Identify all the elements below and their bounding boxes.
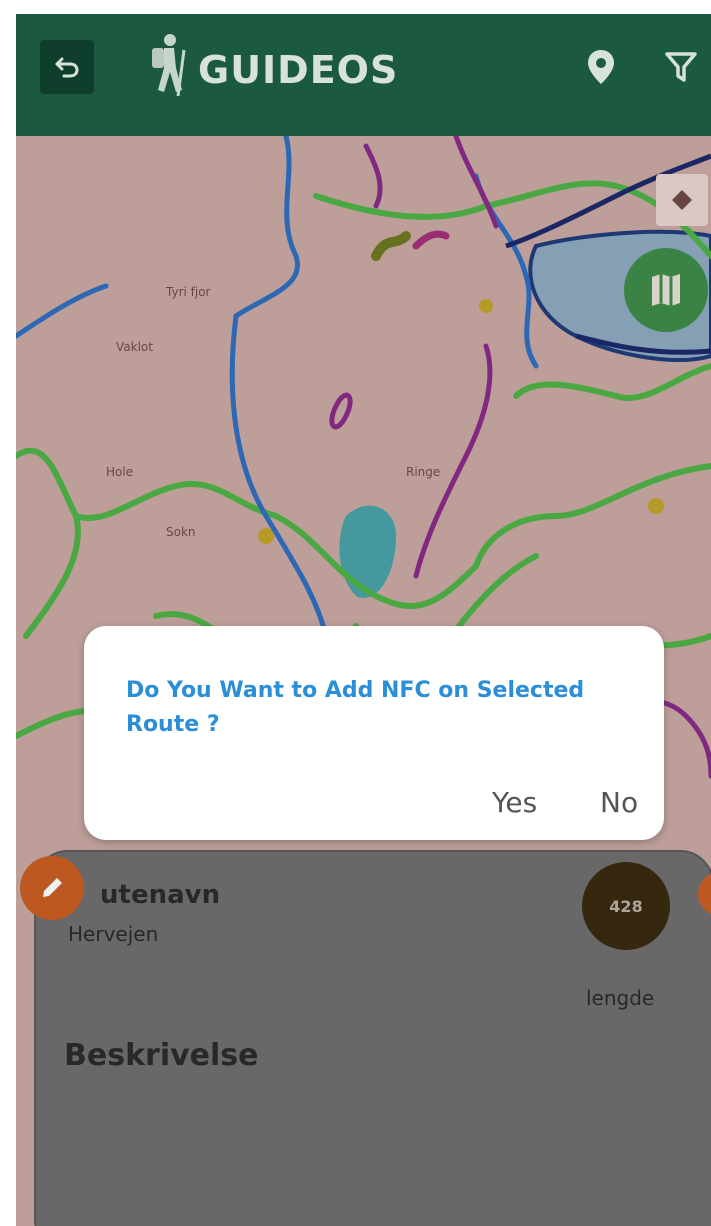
app-screen: Tyri fjor Vaklot Hole Ringe Sokn utenavn… bbox=[16, 14, 711, 1226]
filter-icon bbox=[665, 52, 697, 82]
back-button[interactable] bbox=[40, 40, 94, 94]
yes-button[interactable]: Yes bbox=[492, 786, 537, 819]
app-logo: GUIDEOS bbox=[138, 26, 398, 106]
hiker-logo-icon bbox=[152, 34, 186, 97]
filter-button[interactable] bbox=[664, 50, 698, 88]
back-icon bbox=[55, 57, 79, 78]
location-pin-icon bbox=[588, 50, 614, 84]
app-header: GUIDEOS bbox=[16, 14, 711, 136]
no-button[interactable]: No bbox=[600, 786, 638, 819]
confirm-dialog: Do You Want to Add NFC on Selected Route… bbox=[84, 626, 664, 840]
dialog-message: Do You Want to Add NFC on Selected Route… bbox=[126, 678, 585, 737]
modal-backdrop bbox=[16, 14, 711, 1226]
app-name: GUIDEOS bbox=[198, 48, 399, 92]
location-button[interactable] bbox=[586, 48, 616, 90]
